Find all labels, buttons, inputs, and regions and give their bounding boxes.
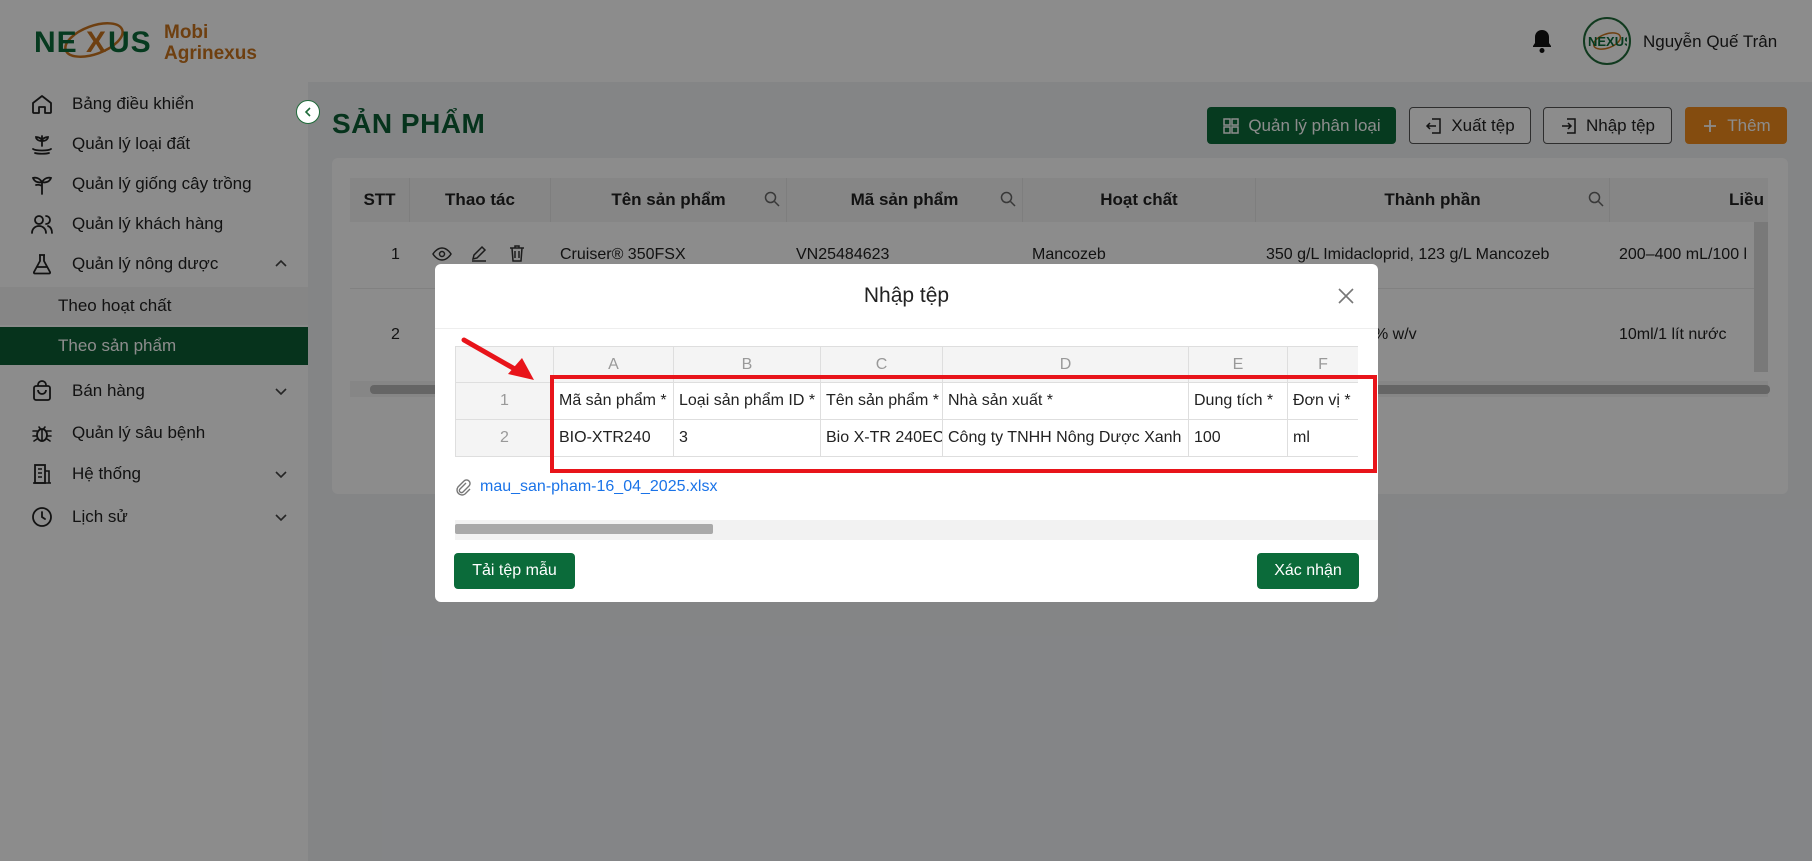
sheet-row-number: 1 — [455, 383, 554, 420]
annotation-arrow-icon — [461, 337, 534, 380]
close-icon[interactable] — [1336, 286, 1356, 306]
modal-divider — [435, 328, 1378, 329]
uploaded-file-link[interactable]: mau_san-pham-16_04_2025.xlsx — [480, 478, 717, 496]
chevron-left-icon — [304, 107, 311, 117]
paperclip-icon — [456, 479, 471, 496]
sheet-row-number: 2 — [455, 420, 554, 457]
modal-title: Nhập tệp — [863, 284, 950, 307]
highlight-box — [550, 375, 1377, 473]
sidebar-collapse-button[interactable] — [296, 100, 320, 124]
modal-scroll-thumb[interactable] — [455, 524, 713, 534]
download-template-button[interactable]: Tải tệp mẫu — [454, 553, 575, 589]
confirm-button[interactable]: Xác nhận — [1257, 553, 1359, 589]
